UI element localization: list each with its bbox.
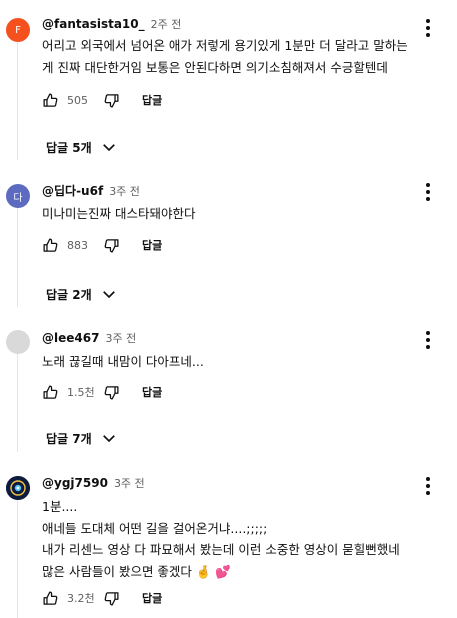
like-icon[interactable] xyxy=(42,92,59,109)
like-count: 1.5천 xyxy=(67,386,95,399)
reply-button[interactable]: 답글 xyxy=(142,92,162,108)
chevron-down-icon xyxy=(102,435,115,443)
comment-text: 미나미는진짜 대스타돼야한다 xyxy=(42,203,447,225)
comment-time[interactable]: 2주 전 xyxy=(151,16,182,32)
comment-header: @fantasista10_ 2주 전 xyxy=(42,16,181,34)
comment-line: 게 진짜 대단한거임 보통은 안된다하면 의기소침해져서 수긍할텐데 xyxy=(42,59,388,75)
author-handle[interactable]: @fantasista10_ xyxy=(42,17,145,31)
comment-actions: 3.2천 답글 xyxy=(42,588,162,608)
comment-thread: @ygj7590 3주 전 1분.... 애네들 도대체 어떤 길을 걸어온거냐… xyxy=(0,455,457,618)
dislike-icon[interactable] xyxy=(103,590,120,607)
dislike-icon[interactable] xyxy=(103,92,120,109)
comment-line: 노래 끊길때 내맘이 다아프네... xyxy=(42,354,204,369)
comment-thread: @lee467 3주 전 노래 끊길때 내맘이 다아프네... 1.5천 답글 … xyxy=(0,312,457,455)
author-handle[interactable]: @딥다-u6f xyxy=(42,182,103,199)
comment-text: 1분.... 애네들 도대체 어떤 길을 걸어온거냐....;;;;; 내가 리… xyxy=(42,496,447,582)
like-count: 505 xyxy=(67,93,88,107)
avatar[interactable]: F xyxy=(6,18,30,42)
view-replies-button[interactable]: 답글 7개 xyxy=(46,427,118,449)
thread-line xyxy=(17,42,18,160)
avatar[interactable]: 다 xyxy=(6,184,30,208)
view-replies-button[interactable]: 답글 5개 xyxy=(46,136,118,158)
comment-text: 노래 끊길때 내맘이 다아프네... xyxy=(42,351,447,373)
reply-button[interactable]: 답글 xyxy=(142,237,162,253)
comment-time[interactable]: 3주 전 xyxy=(105,330,136,346)
comment-text: 어리고 외국에서 넘어온 애가 저렇게 용기있게 1분만 더 달라고 말하는 게… xyxy=(42,35,447,78)
replies-label: 답글 2개 xyxy=(46,287,92,302)
comment-header: @딥다-u6f 3주 전 xyxy=(42,182,140,200)
like-icon[interactable] xyxy=(42,384,59,401)
replies-label: 답글 7개 xyxy=(46,431,92,446)
avatar-emblem-icon xyxy=(6,476,30,500)
comment-actions: 883 답글 xyxy=(42,235,162,255)
replies-label: 답글 5개 xyxy=(46,140,92,155)
more-actions-icon[interactable] xyxy=(419,181,437,203)
more-actions-icon[interactable] xyxy=(419,475,437,497)
comment-line: 1분.... xyxy=(42,499,78,514)
view-replies-button[interactable]: 답글 2개 xyxy=(46,283,118,305)
like-icon[interactable] xyxy=(42,237,59,254)
chevron-down-icon xyxy=(102,291,115,299)
comment-thread: F @fantasista10_ 2주 전 어리고 외국에서 넘어온 애가 저렇… xyxy=(0,0,457,165)
avatar[interactable] xyxy=(6,330,30,354)
comment-header: @ygj7590 3주 전 xyxy=(42,475,145,493)
comment-line: 많은 사람들이 봤으면 좋겠다 🤞 💕 xyxy=(42,563,231,579)
dislike-icon[interactable] xyxy=(103,384,120,401)
avatar[interactable] xyxy=(6,476,30,500)
like-icon[interactable] xyxy=(42,590,59,607)
comment-time[interactable]: 3주 전 xyxy=(114,475,145,491)
reply-button[interactable]: 답글 xyxy=(142,384,162,400)
thread-line xyxy=(17,207,18,307)
like-count: 3.2천 xyxy=(67,592,95,605)
thread-line xyxy=(17,354,18,452)
like-count: 883 xyxy=(67,238,88,252)
reply-button[interactable]: 답글 xyxy=(142,590,162,606)
dislike-icon[interactable] xyxy=(103,237,120,254)
comment-line: 내가 리센느 영상 다 파묘해서 봤는데 이런 소중한 영상이 묻힐뻔했네 xyxy=(42,542,400,557)
comment-line: 미나미는진짜 대스타돼야한다 xyxy=(42,206,196,221)
comment-line: 어리고 외국에서 넘어온 애가 저렇게 용기있게 1분만 더 달라고 말하는 xyxy=(42,38,408,53)
thread-line xyxy=(17,499,18,618)
author-handle[interactable]: @ygj7590 xyxy=(42,476,108,490)
comment-thread: 다 @딥다-u6f 3주 전 미나미는진짜 대스타돼야한다 883 답글 답글 … xyxy=(0,165,457,312)
author-handle[interactable]: @lee467 xyxy=(42,331,99,345)
comment-time[interactable]: 3주 전 xyxy=(109,183,140,199)
comment-header: @lee467 3주 전 xyxy=(42,330,136,348)
more-actions-icon[interactable] xyxy=(419,329,437,351)
comment-actions: 505 답글 xyxy=(42,90,162,110)
chevron-down-icon xyxy=(102,144,115,152)
comment-actions: 1.5천 답글 xyxy=(42,382,162,402)
comment-line: 애네들 도대체 어떤 길을 걸어온거냐....;;;;; xyxy=(42,520,268,536)
